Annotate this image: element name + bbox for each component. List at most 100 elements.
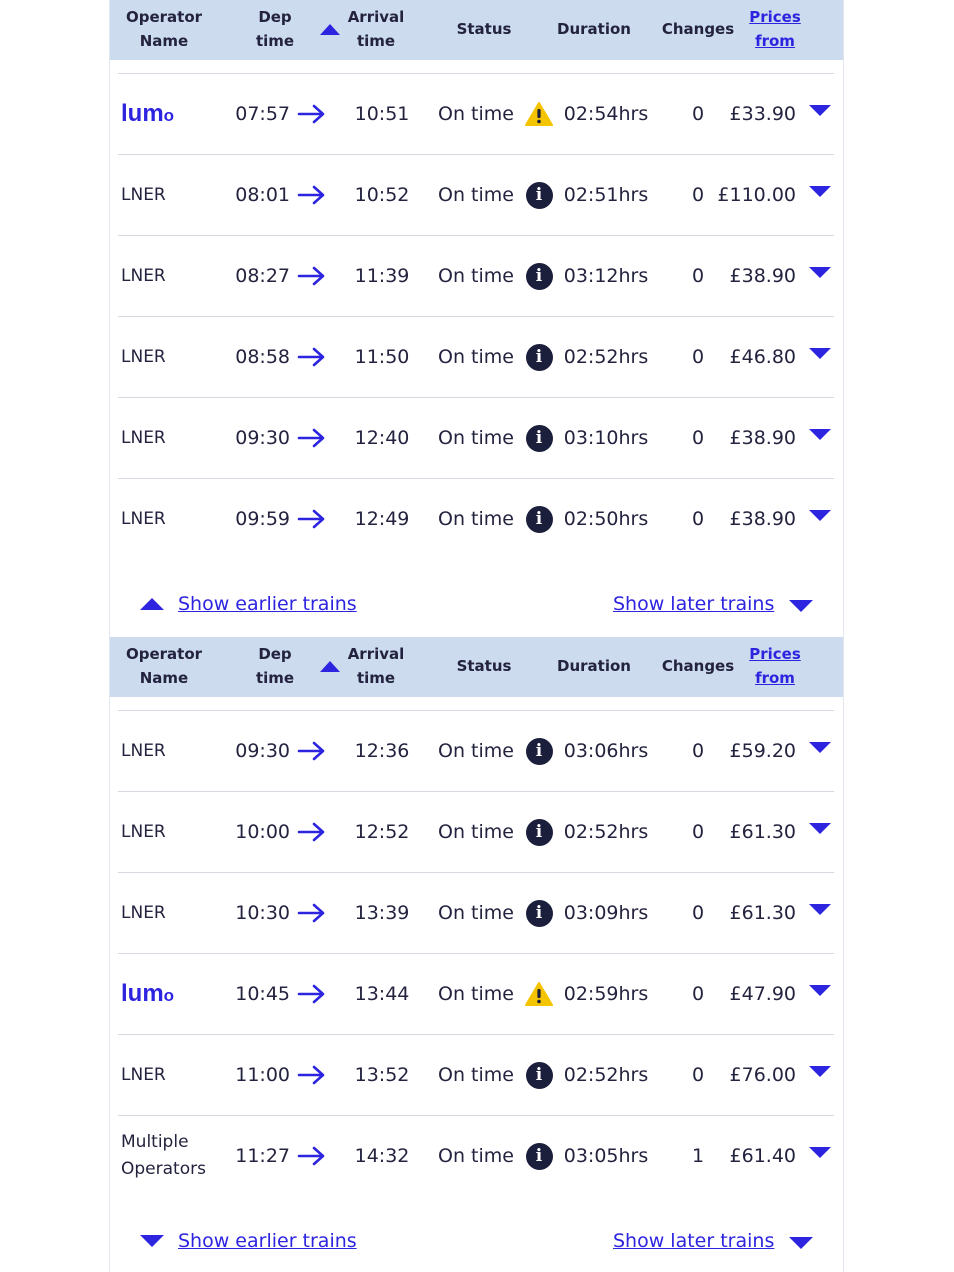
train-row[interactable]: LNER 10:00 12:52 On time i 02:52hrs 0 £61.30	[118, 791, 834, 872]
arrow-right-icon	[296, 873, 328, 953]
duration: 03:05hrs	[563, 1145, 649, 1167]
arrival-time: 12:52	[354, 821, 410, 843]
lumo-logo: lumo	[121, 100, 175, 127]
header-prices-from-link[interactable]: Prices from	[740, 5, 810, 53]
expand-chevron-down-icon[interactable]	[806, 873, 834, 953]
info-icon[interactable]: i	[522, 1116, 556, 1196]
train-row[interactable]: LNER 09:30 12:36 On time i 03:06hrs 0 £59.20	[118, 710, 834, 791]
train-row[interactable]: LNER 08:27 11:39 On time i 03:12hrs 0 £38.90	[118, 235, 834, 316]
table-header: Operator Name Dep time Arrival time Status D…	[110, 0, 843, 60]
expand-chevron-down-icon[interactable]	[806, 1035, 834, 1115]
status-text: On time	[438, 184, 514, 206]
operator-name: LNER	[121, 873, 221, 953]
duration: 02:52hrs	[563, 1064, 649, 1086]
header-arrival-time[interactable]: Arrival time	[346, 642, 406, 690]
info-icon[interactable]: i	[522, 317, 556, 397]
arrow-right-icon	[296, 1035, 328, 1115]
departure-time: 10:30	[235, 902, 290, 924]
price: £76.00	[729, 1064, 796, 1086]
arrow-right-icon	[296, 398, 328, 478]
arrival-time: 10:51	[354, 103, 410, 125]
train-row[interactable]: LNER 08:01 10:52 On time i 02:51hrs 0 £110.00	[118, 154, 834, 235]
operator-label: LNER	[121, 347, 166, 367]
train-row[interactable]: LNER 10:30 13:39 On time i 03:09hrs 0 £61.30	[118, 872, 834, 953]
operator-label: LNER	[121, 428, 166, 448]
expand-chevron-down-icon[interactable]	[806, 317, 834, 397]
warning-icon[interactable]	[522, 954, 556, 1034]
chevron-down-icon[interactable]	[789, 1237, 813, 1249]
table-header: Operator Name Dep time Arrival time Status D…	[110, 637, 843, 697]
operator-label: LNER	[121, 741, 166, 761]
expand-chevron-down-icon[interactable]	[806, 74, 834, 154]
arrival-time: 11:39	[354, 265, 410, 287]
header-arrival-time[interactable]: Arrival time	[346, 5, 406, 53]
sort-ascending-icon[interactable]	[320, 24, 340, 35]
status-text: On time	[438, 983, 514, 1005]
arrival-time: 13:39	[354, 902, 410, 924]
show-later-trains-link[interactable]: Show later trains	[613, 587, 774, 621]
train-row[interactable]: LNER 09:30 12:40 On time i 03:10hrs 0 £38.90	[118, 397, 834, 478]
operator-label: LNER	[121, 509, 166, 529]
info-icon[interactable]: i	[522, 479, 556, 559]
info-icon[interactable]: i	[522, 1035, 556, 1115]
departure-time: 08:27	[235, 265, 290, 287]
sort-ascending-icon[interactable]	[320, 661, 340, 672]
price: £110.00	[717, 184, 796, 206]
chevron-down-icon[interactable]	[140, 1235, 164, 1247]
price: £38.90	[729, 508, 796, 530]
operator-label: LNER	[121, 903, 166, 923]
expand-chevron-down-icon[interactable]	[806, 954, 834, 1034]
train-row[interactable]: lumo 07:57 10:51 On time 02:54hrs 0 £33.90	[118, 73, 834, 154]
expand-chevron-down-icon[interactable]	[806, 711, 834, 791]
expand-chevron-down-icon[interactable]	[806, 236, 834, 316]
warning-icon[interactable]	[522, 74, 556, 154]
expand-chevron-down-icon[interactable]	[806, 479, 834, 559]
show-earlier-trains-link[interactable]: Show earlier trains	[178, 587, 357, 621]
info-icon[interactable]: i	[522, 792, 556, 872]
operator-label: LNER	[121, 185, 166, 205]
arrow-right-icon	[296, 155, 328, 235]
header-operator-name: Operator Name	[125, 8, 203, 50]
chevron-down-icon[interactable]	[789, 600, 813, 612]
departure-time: 11:27	[235, 1145, 290, 1167]
train-row[interactable]: Multiple Operators 11:27 14:32 On time i 03:0…	[118, 1115, 834, 1196]
header-changes: Changes	[661, 657, 735, 675]
pagination-links: Show earlier trains Show later trains	[110, 587, 843, 621]
departure-time: 09:30	[235, 740, 290, 762]
train-row[interactable]: LNER 09:59 12:49 On time i 02:50hrs 0 £38.90	[118, 478, 834, 559]
info-icon[interactable]: i	[522, 398, 556, 478]
expand-chevron-down-icon[interactable]	[806, 398, 834, 478]
operator-name: lumo	[121, 74, 221, 154]
price: £47.90	[729, 983, 796, 1005]
info-icon[interactable]: i	[522, 711, 556, 791]
departure-time: 11:00	[235, 1064, 290, 1086]
info-icon[interactable]: i	[522, 873, 556, 953]
expand-chevron-down-icon[interactable]	[806, 155, 834, 235]
operator-label: Multiple Operators	[121, 1132, 206, 1179]
price: £59.20	[729, 740, 796, 762]
duration: 02:54hrs	[563, 103, 649, 125]
train-row[interactable]: LNER 11:00 13:52 On time i 02:52hrs 0 £76.00	[118, 1034, 834, 1115]
duration: 03:10hrs	[563, 427, 649, 449]
duration: 02:51hrs	[563, 184, 649, 206]
train-row[interactable]: lumo 10:45 13:44 On time 02:59hrs 0 £47.90	[118, 953, 834, 1034]
info-icon[interactable]: i	[522, 155, 556, 235]
header-dep-time[interactable]: Dep time	[250, 5, 300, 53]
results-panel-outbound: Operator Name Dep time Arrival time Status D…	[109, 0, 844, 637]
status-text: On time	[438, 103, 514, 125]
duration: 02:50hrs	[563, 508, 649, 530]
status-text: On time	[438, 346, 514, 368]
duration: 03:12hrs	[563, 265, 649, 287]
expand-chevron-down-icon[interactable]	[806, 1116, 834, 1196]
train-row[interactable]: LNER 08:58 11:50 On time i 02:52hrs 0 £46.80	[118, 316, 834, 397]
chevron-up-icon[interactable]	[140, 598, 164, 610]
expand-chevron-down-icon[interactable]	[806, 792, 834, 872]
show-earlier-trains-link[interactable]: Show earlier trains	[178, 1224, 357, 1258]
departure-time: 09:30	[235, 427, 290, 449]
lumo-logo: lumo	[121, 980, 175, 1007]
arrow-right-icon	[296, 1116, 328, 1196]
header-prices-from-link[interactable]: Prices from	[740, 642, 810, 690]
info-icon[interactable]: i	[522, 236, 556, 316]
header-dep-time[interactable]: Dep time	[250, 642, 300, 690]
show-later-trains-link[interactable]: Show later trains	[613, 1224, 774, 1258]
